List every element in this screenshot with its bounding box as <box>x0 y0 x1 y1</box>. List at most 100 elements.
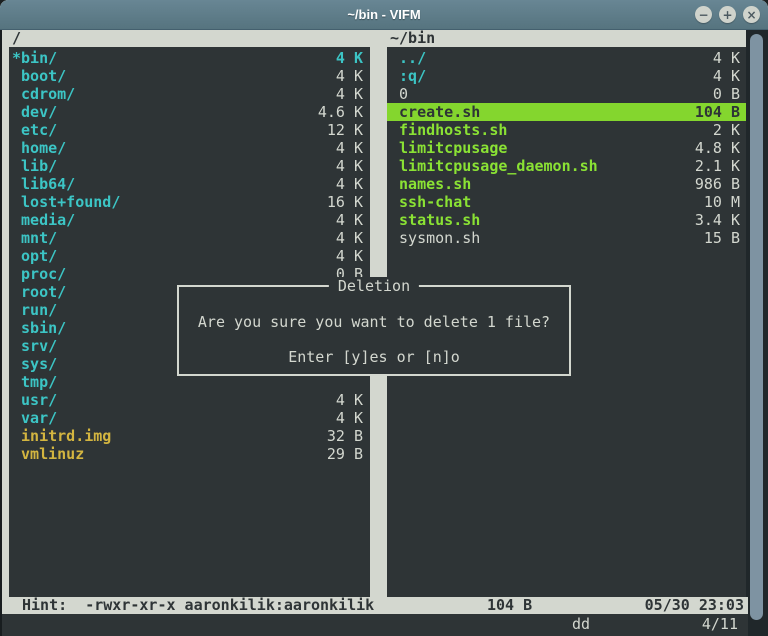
file-size: 986 B <box>694 175 740 193</box>
file-name: home/ <box>12 139 67 157</box>
file-row-0[interactable]: 0 0 B <box>387 85 747 103</box>
file-row-vmlinuz[interactable]: vmlinuz 29 B <box>9 445 370 463</box>
terminal-content: / ~/bin *bin/4 K boot/4 K cdrom/4 K dev/… <box>0 30 768 636</box>
file-name: status.sh <box>390 211 481 229</box>
file-row-limitcpusage-daemon-sh[interactable]: limitcpusage_daemon.sh 2.1 K <box>387 157 747 175</box>
status-hint: Hint: -rwxr-xr-x aaronkilik:aaronkilik <box>22 596 375 614</box>
file-name: :q/ <box>390 67 427 85</box>
file-row-opt[interactable]: opt/4 K <box>9 247 370 265</box>
file-row-limitcpusage[interactable]: limitcpusage 4.8 K <box>387 139 747 157</box>
file-size: 4 K <box>712 49 740 67</box>
file-size: 4 K <box>335 49 363 67</box>
file-size: 4 K <box>335 175 363 193</box>
left-pane-path: / <box>12 29 22 47</box>
file-name: lost+found/ <box>12 193 121 211</box>
maximize-icon: + <box>722 7 733 22</box>
file-size: 3.4 K <box>694 211 740 229</box>
file-name: ssh-chat <box>390 193 472 211</box>
file-size: 12 K <box>326 121 363 139</box>
maximize-button[interactable]: + <box>719 6 736 23</box>
file-name: sysmon.sh <box>390 229 481 247</box>
file-row-dev[interactable]: dev/4.6 K <box>9 103 370 121</box>
file-row-media[interactable]: media/4 K <box>9 211 370 229</box>
dialog-message: Are you sure you want to delete 1 file? <box>197 313 551 331</box>
status-file-size: 104 B <box>487 596 533 614</box>
file-row-home[interactable]: home/4 K <box>9 139 370 157</box>
file-row-[interactable]: ../ 4 K <box>387 49 747 67</box>
file-name: limitcpusage <box>390 139 508 157</box>
file-row-lib64[interactable]: lib64/4 K <box>9 175 370 193</box>
pending-keys: dd <box>572 615 591 633</box>
file-size: 0 B <box>712 85 740 103</box>
file-name: create.sh <box>390 103 481 121</box>
file-size: 2 K <box>712 121 740 139</box>
file-size: 4 K <box>335 67 363 85</box>
close-icon: × <box>746 7 757 22</box>
terminal-window: ~/bin - VIFM − + × / ~/bin *bin/4 K boot… <box>0 0 768 636</box>
window-title: ~/bin - VIFM <box>347 7 421 22</box>
window-titlebar[interactable]: ~/bin - VIFM − + × <box>0 0 768 30</box>
file-row-names-sh[interactable]: names.sh 986 B <box>387 175 747 193</box>
file-row-ssh-chat[interactable]: ssh-chat 10 M <box>387 193 747 211</box>
file-size: 4 K <box>335 139 363 157</box>
file-name: ../ <box>390 49 427 67</box>
file-row-sysmon-sh[interactable]: sysmon.sh 15 B <box>387 229 747 247</box>
command-bar[interactable]: dd 4/11 <box>2 614 748 636</box>
file-row-boot[interactable]: boot/4 K <box>9 67 370 85</box>
file-row-initrd-img[interactable]: initrd.img 32 B <box>9 427 370 445</box>
close-button[interactable]: × <box>743 6 760 23</box>
file-row-findhosts-sh[interactable]: findhosts.sh 2 K <box>387 121 747 139</box>
file-row-cdrom[interactable]: cdrom/4 K <box>9 85 370 103</box>
file-size: 32 B <box>326 427 363 445</box>
file-size: 29 B <box>326 445 363 463</box>
dialog-prompt: Enter [y]es or [n]o <box>288 348 460 366</box>
file-size: 4.8 K <box>694 139 740 157</box>
file-row-bin[interactable]: *bin/4 K <box>9 49 370 67</box>
right-pane-path: ~/bin <box>390 29 436 47</box>
file-row-usr[interactable]: usr/4 K <box>9 391 370 409</box>
file-size: 10 M <box>703 193 740 211</box>
window-controls: − + × <box>695 6 760 23</box>
file-name: limitcpusage_daemon.sh <box>390 157 598 175</box>
file-size: 4 K <box>335 247 363 265</box>
file-size: 4 K <box>335 211 363 229</box>
minimize-button[interactable]: − <box>695 6 712 23</box>
file-name: boot/ <box>12 67 67 85</box>
scrollbar-thumb[interactable] <box>750 34 763 620</box>
file-name: findhosts.sh <box>390 121 508 139</box>
cursor-position: 4/11 <box>701 615 738 633</box>
file-name: proc/ <box>12 265 67 283</box>
file-name: etc/ <box>12 121 58 139</box>
file-name: names.sh <box>390 175 472 193</box>
file-name: *bin/ <box>12 49 58 67</box>
file-size: 4 K <box>335 409 363 427</box>
file-name: lib64/ <box>12 175 76 193</box>
file-name: opt/ <box>12 247 58 265</box>
file-name: var/ <box>12 409 58 427</box>
file-size: 4.6 K <box>317 103 363 121</box>
file-size: 2.1 K <box>694 157 740 175</box>
file-size: 15 B <box>703 229 740 247</box>
file-name: media/ <box>12 211 76 229</box>
file-size: 4 K <box>335 157 363 175</box>
file-row-mnt[interactable]: mnt/4 K <box>9 229 370 247</box>
dialog-title: Deletion <box>328 277 420 295</box>
file-row-var[interactable]: var/4 K <box>9 409 370 427</box>
file-row-etc[interactable]: etc/12 K <box>9 121 370 139</box>
file-size: 4 K <box>335 391 363 409</box>
file-row-status-sh[interactable]: status.sh 3.4 K <box>387 211 747 229</box>
scrollbar-track[interactable] <box>746 30 768 636</box>
file-name: initrd.img <box>12 427 112 445</box>
file-row-proc[interactable]: proc/0 B <box>9 265 370 283</box>
file-row-lib[interactable]: lib/4 K <box>9 157 370 175</box>
file-name: 0 <box>390 85 409 103</box>
minimize-icon: − <box>698 7 709 22</box>
file-name: mnt/ <box>12 229 58 247</box>
file-size: 4 K <box>712 67 740 85</box>
file-name: lib/ <box>12 157 58 175</box>
file-row-create-sh[interactable]: create.sh 104 B <box>387 103 747 121</box>
file-name: dev/ <box>12 103 58 121</box>
file-name: usr/ <box>12 391 58 409</box>
file-row-lost-found[interactable]: lost+found/16 K <box>9 193 370 211</box>
file-row-q[interactable]: :q/4 K <box>387 67 747 85</box>
